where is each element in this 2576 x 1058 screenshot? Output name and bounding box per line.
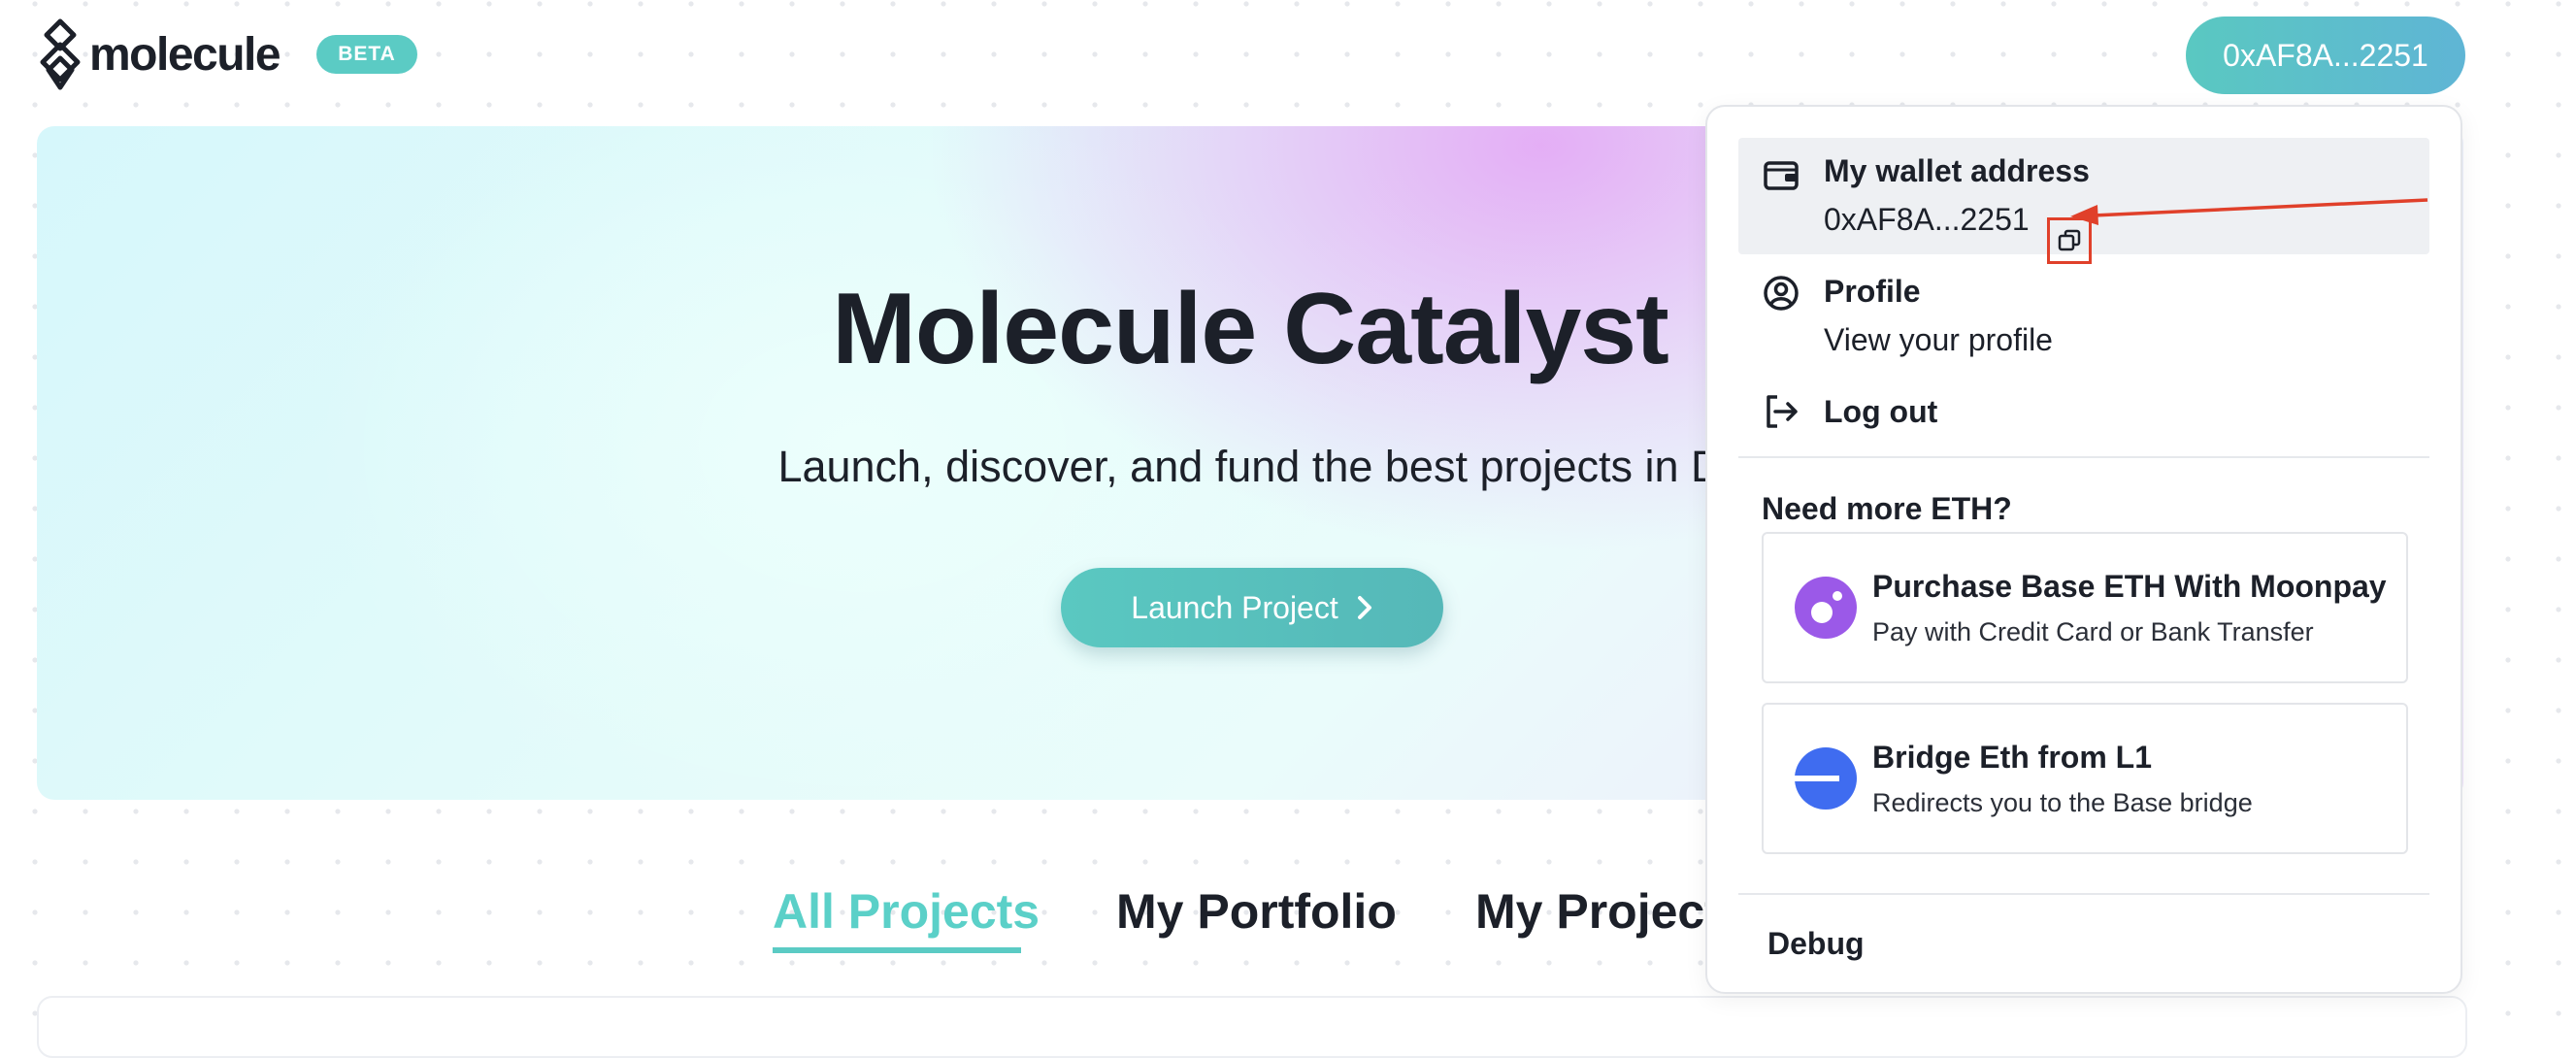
wallet-icon — [1764, 161, 1799, 190]
logout-title: Log out — [1824, 394, 1938, 429]
projects-panel — [37, 996, 2467, 1058]
menu-divider — [1738, 893, 2429, 895]
logout-icon — [1767, 395, 1798, 428]
molecule-logo[interactable]: molecule — [35, 16, 281, 93]
annotation-arrow — [2070, 198, 2428, 225]
debug-menu-item[interactable]: Debug — [1767, 926, 1865, 962]
bridge-subtitle: Redirects you to the Base bridge — [1872, 788, 2253, 817]
menu-item-profile[interactable]: Profile View your profile — [1738, 262, 2429, 375]
tab-all-projects[interactable]: All Projects — [773, 883, 1040, 940]
moonpay-subtitle: Pay with Credit Card or Bank Transfer — [1872, 617, 2314, 646]
moonpay-option[interactable]: Purchase Base ETH With Moonpay Pay with … — [1762, 532, 2408, 683]
launch-project-button[interactable]: Launch Project — [1061, 568, 1443, 647]
profile-title: Profile — [1824, 274, 1921, 309]
base-bridge-icon — [1795, 747, 1857, 810]
copy-icon — [2058, 229, 2081, 251]
logo-wordmark: molecule — [89, 28, 281, 81]
tab-my-project[interactable]: My Project — [1475, 883, 1721, 940]
beta-badge: BETA — [316, 35, 417, 74]
active-tab-underline — [773, 947, 1021, 953]
menu-divider — [1738, 456, 2429, 458]
profile-subtitle: View your profile — [1824, 322, 2053, 357]
user-circle-icon — [1764, 276, 1799, 311]
account-dropdown: My wallet address 0xAF8A...2251 Profile … — [1705, 105, 2462, 994]
tab-my-portfolio[interactable]: My Portfolio — [1116, 883, 1397, 940]
moonpay-icon — [1795, 577, 1857, 639]
launch-project-label: Launch Project — [1131, 589, 1338, 625]
wallet-address-value: 0xAF8A...2251 — [1824, 202, 2030, 237]
need-eth-heading: Need more ETH? — [1762, 491, 2012, 526]
bridge-title: Bridge Eth from L1 — [1872, 740, 2153, 775]
molecule-logo-icon — [40, 18, 81, 90]
wallet-address-title: My wallet address — [1824, 153, 2090, 188]
bridge-option[interactable]: Bridge Eth from L1 Redirects you to the … — [1762, 703, 2408, 854]
moonpay-title: Purchase Base ETH With Moonpay — [1872, 569, 2387, 604]
wallet-address-button[interactable]: 0xAF8A...2251 — [2186, 17, 2465, 94]
chevron-right-icon — [1357, 596, 1371, 619]
menu-item-logout[interactable]: Log out — [1738, 384, 2429, 443]
